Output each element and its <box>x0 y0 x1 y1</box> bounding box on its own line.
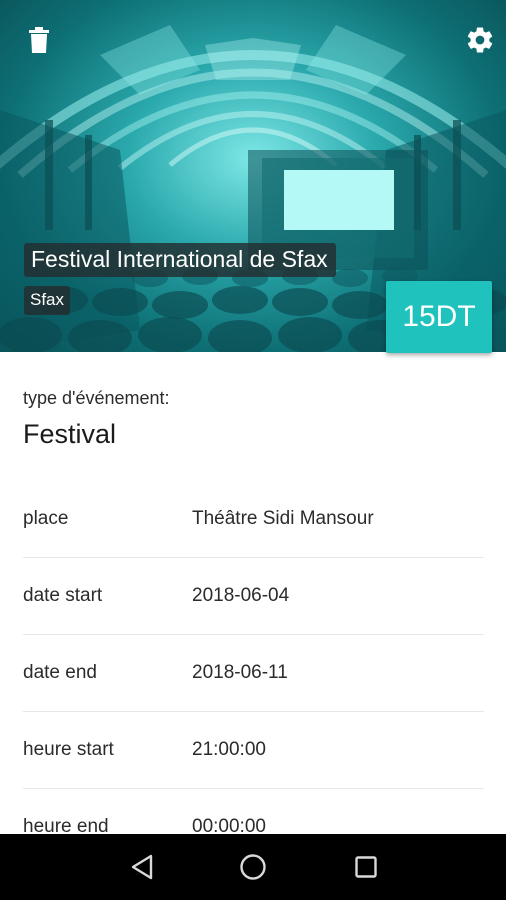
system-nav-bar <box>0 834 506 900</box>
price-badge: 15DT <box>386 281 492 353</box>
detail-row-date-start: date start 2018-06-04 <box>23 557 484 635</box>
detail-key: heure end <box>23 816 109 834</box>
home-circle-icon <box>240 854 266 880</box>
event-type-value: Festival <box>23 419 117 449</box>
event-city: Sfax <box>24 286 71 315</box>
detail-key: place <box>23 508 69 529</box>
trash-icon <box>29 27 49 53</box>
detail-row-heure-end: heure end 00:00:00 <box>23 788 484 834</box>
detail-value: 2018-06-11 <box>192 662 288 683</box>
recents-square-icon <box>355 856 377 878</box>
detail-row-date-end: date end 2018-06-11 <box>23 634 484 712</box>
detail-value: Théâtre Sidi Mansour <box>192 508 374 529</box>
gear-icon <box>467 27 493 53</box>
detail-row-place: place Théâtre Sidi Mansour <box>23 480 484 558</box>
detail-value: 2018-06-04 <box>192 585 290 606</box>
back-button[interactable] <box>124 849 160 885</box>
home-button[interactable] <box>235 849 271 885</box>
detail-key: heure start <box>23 739 114 760</box>
back-triangle-icon <box>131 854 153 880</box>
detail-key: date start <box>23 585 103 606</box>
detail-key: date end <box>23 662 97 683</box>
event-type-label: type d'événement: <box>23 388 170 408</box>
event-title: Festival International de Sfax <box>24 243 336 277</box>
detail-row-heure-start: heure start 21:00:00 <box>23 711 484 789</box>
settings-button[interactable] <box>464 24 496 56</box>
detail-value: 00:00:00 <box>192 816 266 834</box>
detail-value: 21:00:00 <box>192 739 266 760</box>
event-details: type d'événement: Festival place Théâtre… <box>0 352 506 834</box>
delete-button[interactable] <box>23 24 55 56</box>
recents-button[interactable] <box>348 849 384 885</box>
